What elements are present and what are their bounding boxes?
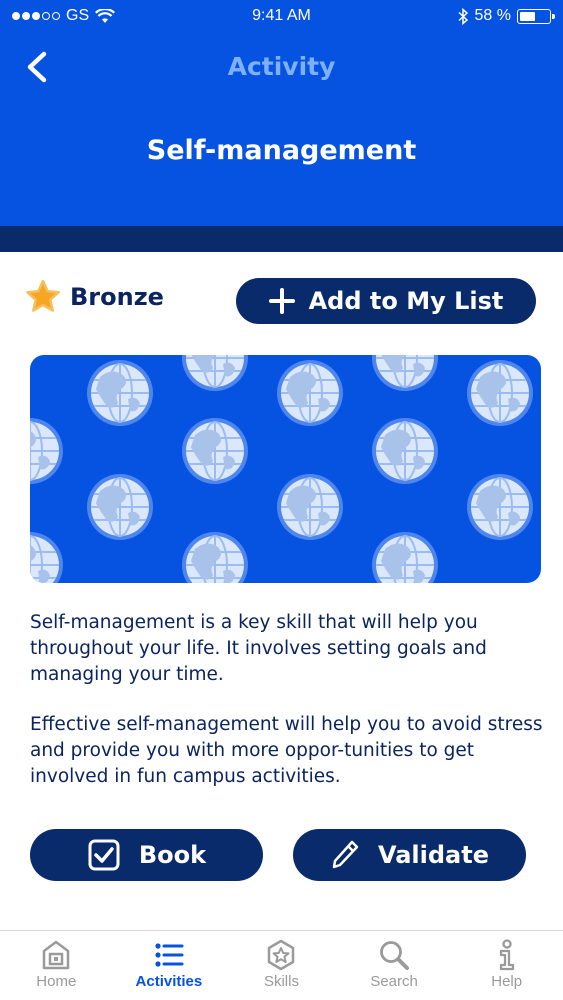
battery-icon	[517, 8, 555, 24]
badge-icon	[268, 939, 295, 971]
level-label: Bronze	[70, 283, 164, 311]
level-indicator: Bronze	[24, 278, 164, 316]
status-bar: GS 9:41 AM 58 %	[0, 0, 563, 34]
home-icon	[43, 940, 70, 970]
search-icon	[380, 941, 410, 970]
tab-activities-label: Activities	[135, 973, 203, 990]
validate-button[interactable]: Validate	[293, 829, 526, 881]
book-button[interactable]: Book	[30, 829, 263, 881]
tab-home[interactable]: Home	[0, 931, 113, 1000]
tab-bar: Home Activities Skills Search Help	[0, 930, 563, 1000]
header-band	[0, 226, 563, 252]
tab-skills-label: Skills	[263, 973, 299, 990]
activity-banner	[30, 355, 541, 583]
checkbox-icon	[88, 839, 120, 871]
validate-label: Validate	[377, 841, 490, 869]
tab-help-label: Help	[491, 973, 523, 990]
description-paragraph-2: Effective self-management will help you …	[30, 714, 543, 787]
book-label: Book	[138, 841, 207, 869]
globe-pattern	[30, 355, 534, 583]
status-right: 58 %	[458, 7, 555, 25]
info-icon	[499, 939, 514, 971]
description-paragraph-1: Self-management is a key skill that will…	[30, 612, 487, 685]
tab-help[interactable]: Help	[450, 931, 563, 1000]
pencil-icon	[332, 840, 359, 869]
tab-search-label: Search	[370, 973, 418, 990]
tab-home-label: Home	[36, 973, 77, 990]
plus-icon	[268, 288, 295, 314]
add-to-list-button[interactable]: Add to My List	[236, 278, 536, 324]
battery-percent: 58 %	[474, 7, 511, 24]
tab-activities[interactable]: Activities	[113, 931, 226, 1000]
page-title: Self-management	[146, 135, 417, 166]
star-icon	[26, 279, 60, 312]
nav-title: Activity	[227, 52, 336, 81]
tab-skills[interactable]: Skills	[225, 931, 338, 1000]
add-to-list-label: Add to My List	[308, 287, 504, 315]
tab-search[interactable]: Search	[338, 931, 451, 1000]
list-icon	[155, 943, 184, 967]
bluetooth-icon	[458, 7, 468, 25]
